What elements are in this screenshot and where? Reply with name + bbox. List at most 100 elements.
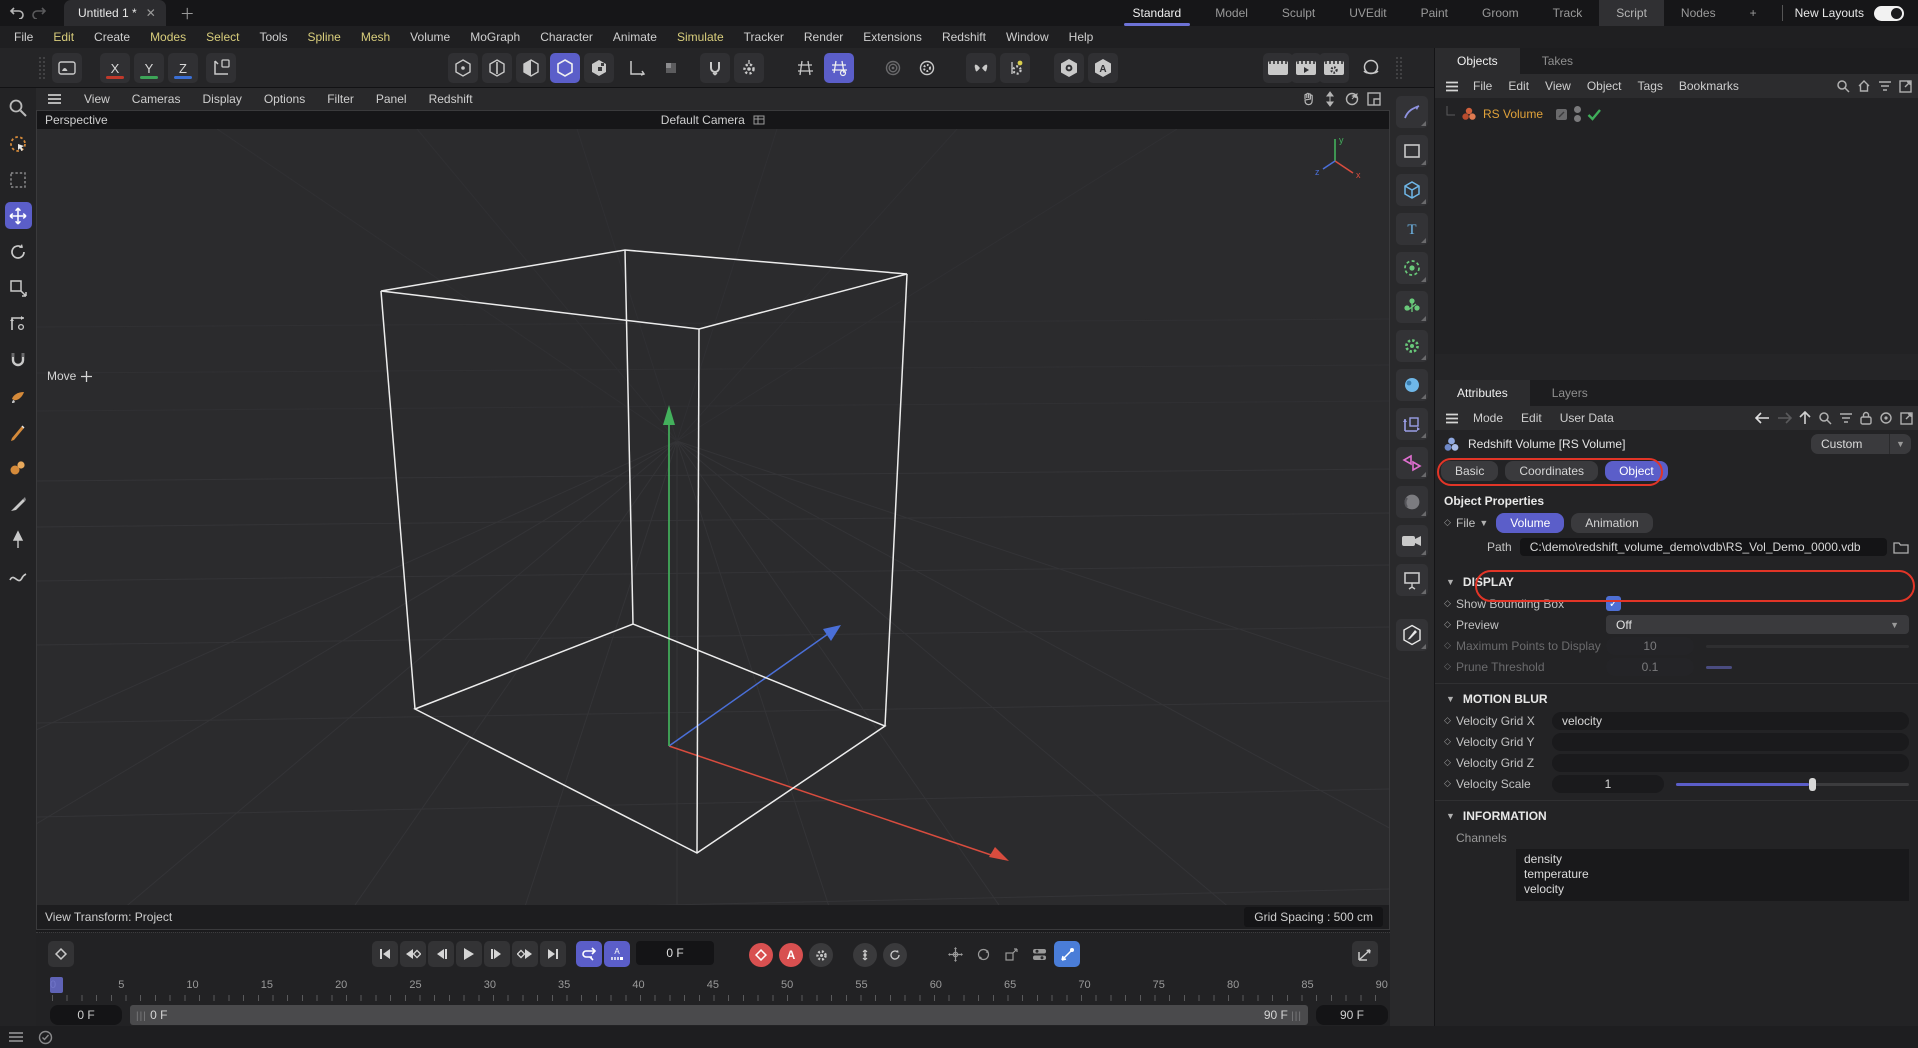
enabled-check-icon[interactable] [1587,108,1602,121]
scale-tool-icon[interactable] [5,274,32,301]
add-layout-tab[interactable]: + [1733,0,1774,26]
mograph-cloner-icon[interactable] [1396,291,1428,323]
next-frame-button[interactable] [484,941,510,967]
select-ring-tool-icon[interactable] [5,166,32,193]
close-tab-icon[interactable]: ✕ [146,6,156,20]
play-button[interactable] [456,941,482,967]
magnet-tool-icon[interactable] [5,346,32,373]
viewport-menu-item[interactable]: Panel [365,92,418,106]
om-menu-item[interactable]: Bookmarks [1671,79,1747,93]
orientation-gizmo[interactable]: y x z [1313,135,1363,181]
attr-hamburger-icon[interactable] [1441,413,1463,424]
range-end-field[interactable]: 90 F [1316,1005,1388,1025]
key-position-button[interactable] [852,942,878,968]
menu-item[interactable]: Simulate [667,30,734,44]
information-section-header[interactable]: ▼INFORMATION [1435,800,1918,827]
new-layouts-toggle[interactable] [1874,6,1904,21]
grid-button[interactable] [790,53,820,83]
lock-z-axis-button[interactable]: Z [168,53,198,83]
move-tool-icon[interactable] [5,202,32,229]
edges-mode-button[interactable] [482,53,512,83]
param-diamond-icon[interactable]: ◇ [1444,619,1456,630]
menu-item[interactable]: Render [794,30,853,44]
spline-pen-tool-icon[interactable] [5,526,32,553]
motion-blur-section-header[interactable]: ▼MOTION BLUR [1435,683,1918,710]
menu-item[interactable]: Create [84,30,140,44]
file-group-label[interactable]: File [1456,516,1475,530]
record-position-button[interactable] [942,941,968,967]
tab-layers[interactable]: Layers [1530,380,1610,406]
quantize-button[interactable] [824,53,854,83]
sketch-material-icon[interactable] [1396,619,1428,651]
attr-up-icon[interactable] [1799,411,1811,425]
path-input[interactable]: C:\demo\redshift_volume_demo\vdb\RS_Vol_… [1520,538,1887,556]
key-rotation-button[interactable] [882,942,908,968]
autokey-button[interactable]: A [778,942,804,968]
redo-icon[interactable] [28,4,50,22]
tab-attributes[interactable]: Attributes [1435,380,1530,406]
menu-item[interactable]: Help [1059,30,1104,44]
record-pla-button[interactable] [1054,941,1080,967]
menu-item[interactable]: MoGraph [460,30,530,44]
tab-animation[interactable]: Animation [1571,513,1652,533]
om-popout-icon[interactable] [1899,80,1912,93]
layout-tab[interactable]: Paint [1404,0,1465,26]
tweak-settings-button[interactable] [912,53,942,83]
attr-lock-icon[interactable] [1860,411,1872,425]
render-settings-button[interactable] [1319,53,1349,83]
pen-spline-icon[interactable] [1396,96,1428,128]
menu-item[interactable]: Animate [603,30,667,44]
visibility-dots[interactable] [1574,106,1581,122]
camera-bar[interactable]: Default Camera [37,113,1389,127]
layout-tab[interactable]: Standard [1116,0,1199,26]
isolate-button[interactable] [656,53,686,83]
status-hamburger-icon[interactable] [8,1031,24,1043]
modeling-settings-button[interactable] [878,53,908,83]
camera-menu-icon[interactable] [753,115,765,125]
deformer-icon[interactable] [1396,408,1428,440]
layout-tab[interactable]: Model [1198,0,1265,26]
coordinate-system-button[interactable] [206,53,236,83]
param-diamond-icon[interactable]: ◇ [1444,598,1456,609]
layout-tab[interactable]: Nodes [1664,0,1733,26]
toggle-views-icon[interactable] [1366,91,1382,107]
next-key-button[interactable] [512,941,538,967]
toolbar-grip[interactable] [38,56,46,80]
current-frame-field[interactable]: 0 F [636,941,714,965]
om-menu-item[interactable]: Tags [1630,79,1671,93]
symmetry-button[interactable] [966,53,996,83]
om-home-icon[interactable] [1857,79,1871,93]
pan-view-icon[interactable] [1300,91,1316,107]
subdivision-surface-icon[interactable] [1396,252,1428,284]
param-diamond-icon[interactable]: ◇ [1444,757,1456,768]
brush-tool-icon[interactable] [5,382,32,409]
tab-objects[interactable]: Objects [1435,48,1520,74]
menu-item[interactable]: Window [996,30,1059,44]
object-row[interactable]: RS Volume [1435,104,1918,124]
viewport-menu-item[interactable]: View [73,92,121,106]
layout-tab[interactable]: Track [1536,0,1600,26]
file-group-chevron-icon[interactable]: ▼ [1479,518,1488,528]
timeline-ruler[interactable]: 051015202530354045505560657075808590 [50,979,1388,1001]
rotate-view-icon[interactable] [1344,91,1360,107]
record-rotation-button[interactable] [970,941,996,967]
playhead[interactable] [50,977,63,993]
open-fcurve-editor-button[interactable] [1352,941,1378,967]
undo-icon[interactable] [6,4,28,22]
rotate-tool-icon[interactable] [5,238,32,265]
menu-item[interactable]: Select [196,30,249,44]
attr-back-icon[interactable] [1755,412,1770,424]
layout-tab[interactable]: Groom [1465,0,1536,26]
menu-item[interactable]: Tools [249,30,297,44]
viewport-menu-item[interactable]: Redshift [418,92,484,106]
range-start-field[interactable]: 0 F [50,1005,122,1025]
keying-settings-button[interactable] [808,942,834,968]
range-bar-right-handle[interactable]: ||| [1291,1011,1302,1022]
preview-range-bar[interactable]: ||| 0 F 90 F ||| [130,1005,1308,1025]
axis-modification-tool-icon[interactable] [5,310,32,337]
viewport-menu-item[interactable]: Options [253,92,316,106]
menu-item[interactable]: Mesh [351,30,400,44]
render-picture-viewer-button[interactable] [1291,53,1321,83]
tab-object[interactable]: Object [1605,461,1668,481]
menu-item[interactable]: Edit [43,30,84,44]
